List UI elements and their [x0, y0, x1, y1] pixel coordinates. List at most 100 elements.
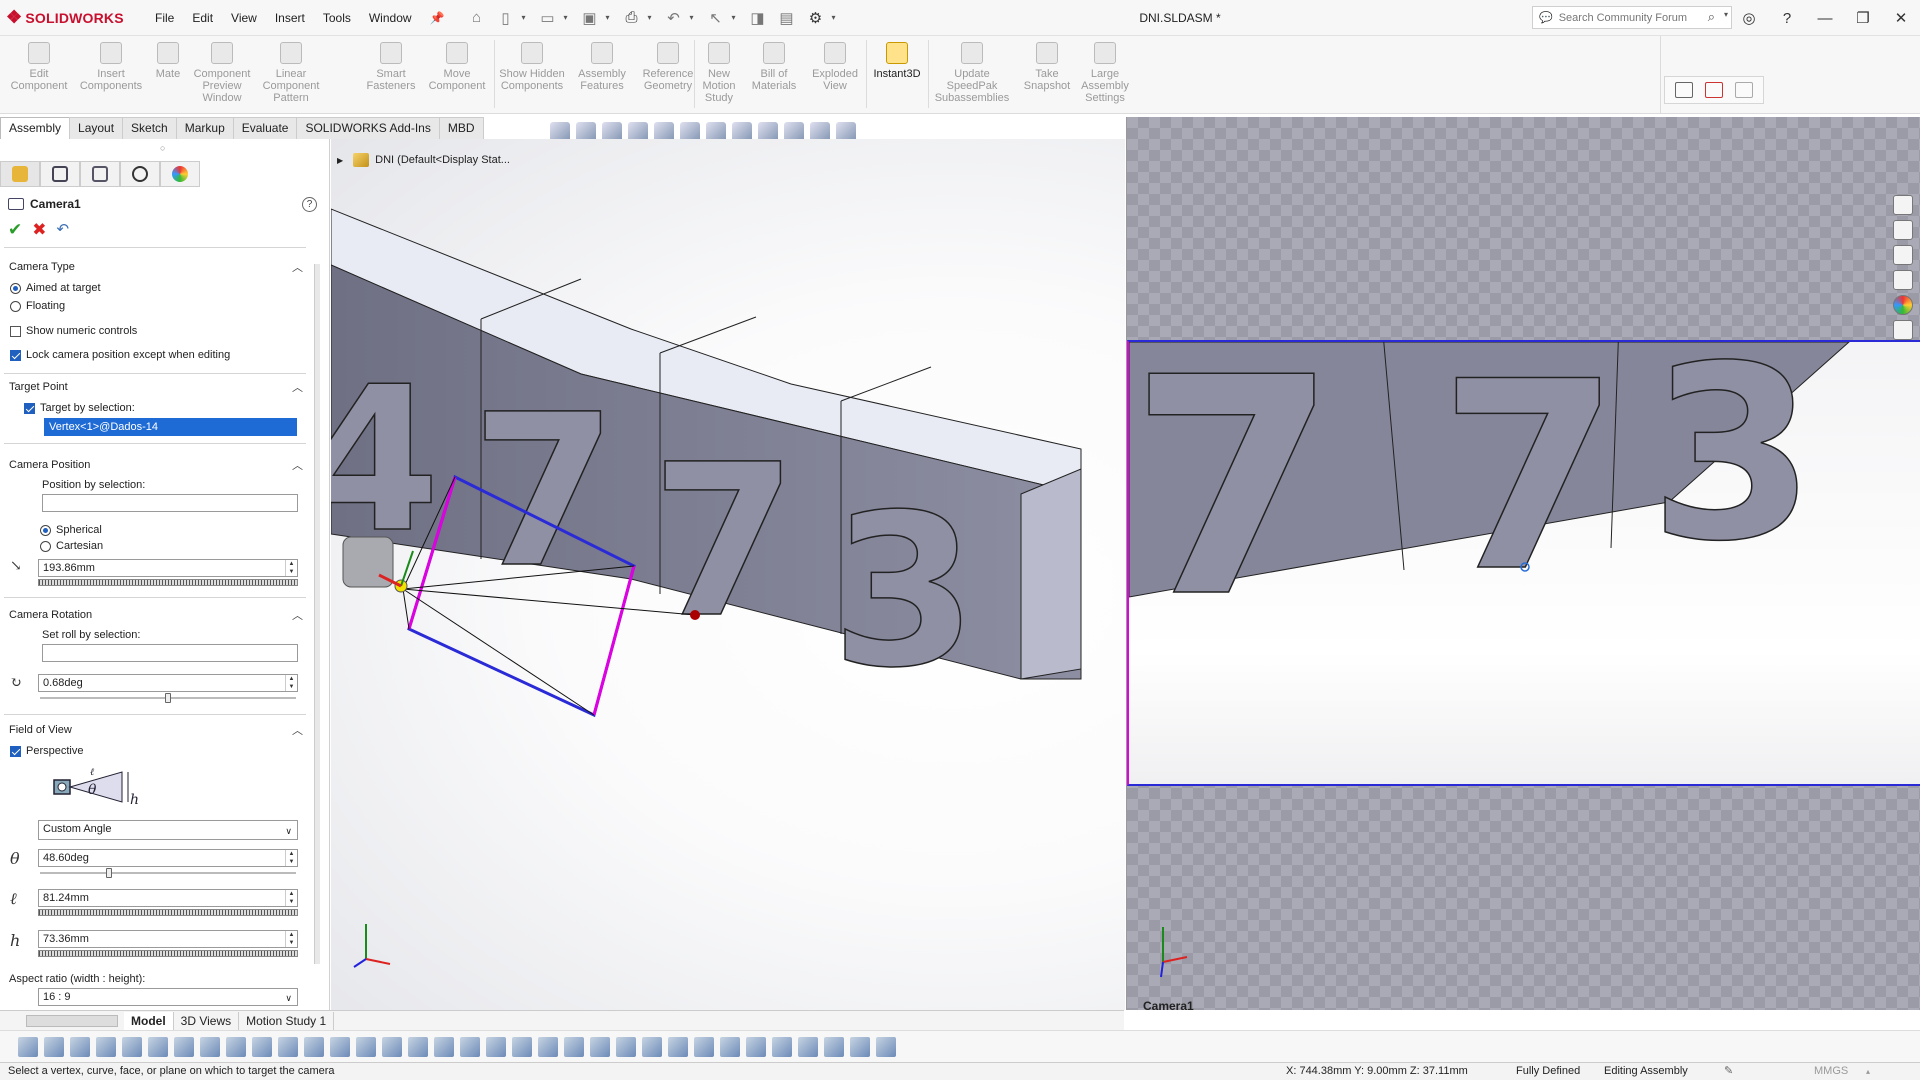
select-dropdown-icon[interactable]: ▾ — [732, 13, 742, 22]
insert-components-button[interactable]: Insert Components — [74, 40, 148, 110]
custom-properties-icon[interactable] — [1893, 320, 1913, 340]
radio-button[interactable] — [10, 282, 21, 294]
radio-spherical[interactable]: Spherical — [40, 524, 102, 536]
undo-button[interactable]: ↶ — [57, 221, 70, 239]
checkbox-show-numeric-controls[interactable]: Show numeric controls — [10, 325, 137, 337]
chevron-up-icon[interactable]: ︿ — [292, 457, 303, 473]
new-document-icon[interactable]: ▯ — [493, 6, 519, 30]
move-component-button[interactable]: Move Component — [424, 40, 490, 110]
selection-filter-icon[interactable] — [486, 1036, 506, 1057]
checkbox-perspective[interactable]: Perspective — [10, 745, 83, 757]
roll-field[interactable]: 0.68deg ▲ ▼ — [38, 674, 298, 692]
chevron-up-icon[interactable]: ︿ — [292, 722, 303, 738]
selection-filter-icon[interactable] — [148, 1036, 168, 1057]
account-icon[interactable]: ◎ — [1730, 9, 1768, 27]
close-button[interactable]: ✕ — [1882, 9, 1920, 27]
view-palette-icon[interactable] — [1893, 270, 1913, 290]
target-selection-field[interactable]: Vertex<1>@Dados-14 — [44, 418, 297, 436]
bill-of-materials-button[interactable]: Bill of Materials — [746, 40, 802, 110]
display-manager-tab[interactable] — [160, 161, 200, 187]
position-selection-field[interactable] — [42, 494, 298, 512]
take-snapshot-button[interactable]: Take Snapshot — [1016, 40, 1078, 110]
spinner-arrows-icon[interactable]: ▲ ▼ — [285, 560, 297, 576]
selection-filter-icon[interactable] — [590, 1036, 610, 1057]
selection-filter-icon[interactable] — [642, 1036, 662, 1057]
property-manager-tab[interactable] — [40, 161, 80, 187]
roll-selection-field[interactable] — [42, 644, 298, 662]
selection-filter-icon[interactable] — [304, 1036, 324, 1057]
save-icon[interactable]: ▣ — [577, 6, 603, 30]
smart-fasteners-button[interactable]: Smart Fasteners — [360, 40, 422, 110]
print-dropdown-icon[interactable]: ▾ — [648, 13, 658, 22]
selection-filter-icon[interactable] — [616, 1036, 636, 1057]
selection-filter-icon[interactable] — [200, 1036, 220, 1057]
selection-filter-icon[interactable] — [122, 1036, 142, 1057]
menu-view[interactable]: View — [222, 0, 266, 36]
selection-filter-icon[interactable] — [382, 1036, 402, 1057]
selection-filter-icon[interactable] — [694, 1036, 714, 1057]
configuration-manager-tab[interactable] — [80, 161, 120, 187]
fov-height-field[interactable]: 73.36mm ▲ ▼ — [38, 930, 298, 948]
radio-button[interactable] — [40, 524, 51, 536]
selection-filter-icon[interactable] — [798, 1036, 818, 1057]
roll-slider[interactable] — [40, 693, 296, 703]
tab-solidworks-add-ins[interactable]: SOLIDWORKS Add-Ins — [296, 117, 440, 139]
minimize-button[interactable]: — — [1806, 10, 1844, 27]
dimxpert-manager-tab[interactable] — [120, 161, 160, 187]
selection-filter-icon[interactable] — [850, 1036, 870, 1057]
tab-mbd[interactable]: MBD — [438, 117, 484, 139]
large-assembly-settings-button[interactable]: Large Assembly Settings — [1074, 40, 1136, 110]
selection-filter-icon[interactable] — [538, 1036, 558, 1057]
angle-slider[interactable] — [40, 868, 296, 878]
fov-length-field[interactable]: 81.24mm ▲ ▼ — [38, 889, 298, 907]
tab-motion-study-1[interactable]: Motion Study 1 — [239, 1011, 335, 1030]
digit-7[interactable]: 7 — [1438, 326, 1620, 630]
new-dropdown-icon[interactable]: ▾ — [522, 13, 532, 22]
file-properties-icon[interactable]: ▤ — [774, 6, 800, 30]
radio-cartesian[interactable]: Cartesian — [40, 540, 103, 552]
exploded-view-button[interactable]: Exploded View — [804, 40, 866, 110]
selection-filter-icon[interactable] — [226, 1036, 246, 1057]
selection-filter-icon[interactable] — [252, 1036, 272, 1057]
digit-3[interactable]: 3 — [1648, 313, 1817, 595]
distance-field[interactable]: 193.86mm ▲ ▼ — [38, 559, 298, 577]
print-icon[interactable]: ⎙ — [619, 6, 645, 30]
resources-home-icon[interactable] — [1893, 195, 1913, 215]
graphics-area[interactable]: ▶ DNI (Default<Display Stat... 4 7 7 3 — [331, 139, 1125, 1010]
assembly-3d-view[interactable]: 4 7 7 3 — [331, 139, 1125, 1010]
camera-preview-viewport[interactable]: 7 7 3 Camera1 — [1126, 117, 1920, 1013]
height-thumbwheel[interactable] — [38, 950, 298, 957]
spinner-arrows-icon[interactable]: ▲ ▼ — [285, 850, 297, 866]
tab-markup[interactable]: Markup — [175, 117, 234, 139]
update-speedpak-subassemblies-button[interactable]: Update SpeedPak Subassemblies — [930, 40, 1014, 110]
slider-thumb[interactable] — [165, 693, 171, 703]
reference-geometry-button[interactable]: Reference Geometry — [634, 40, 702, 110]
checkbox-target-by-selection[interactable]: Target by selection: — [24, 402, 135, 414]
help-icon[interactable]: ? — [1768, 10, 1806, 27]
menu-window[interactable]: Window — [360, 0, 421, 36]
component-preview-window-button[interactable]: Component Preview Window — [188, 40, 256, 110]
camera-view-render[interactable]: 7 7 3 — [1128, 313, 1920, 788]
feature-manager-tab[interactable] — [0, 161, 40, 187]
radio-button[interactable] — [10, 300, 21, 312]
digit-7[interactable]: 7 — [1128, 313, 1338, 664]
pin-menu-icon[interactable]: 📌 — [421, 0, 454, 36]
edit-component-button[interactable]: Edit Component — [8, 40, 70, 110]
selection-filter-icon[interactable] — [824, 1036, 844, 1057]
linear-component-pattern-button[interactable]: Linear Component Pattern — [258, 40, 324, 110]
rebuild-icon[interactable]: ◨ — [745, 6, 771, 30]
design-library-icon[interactable] — [1893, 220, 1913, 240]
panel-scrollbar[interactable] — [314, 264, 320, 964]
selection-filter-icon[interactable] — [876, 1036, 896, 1057]
menu-edit[interactable]: Edit — [183, 0, 222, 36]
spinner-arrows-icon[interactable]: ▲ ▼ — [285, 675, 297, 691]
fov-angle-field[interactable]: 48.60deg ▲ ▼ — [38, 849, 298, 867]
fov-mode-select[interactable]: Custom Angle ∨ — [38, 820, 298, 840]
unit-dropdown-icon[interactable]: ▴ — [1866, 1063, 1870, 1080]
assembly-features-button[interactable]: Assembly Features — [570, 40, 634, 110]
tab-assembly[interactable]: Assembly — [0, 117, 71, 139]
slider-thumb[interactable] — [106, 868, 112, 878]
open-dropdown-icon[interactable]: ▾ — [564, 13, 574, 22]
selection-filter-icon[interactable] — [772, 1036, 792, 1057]
selection-filter-icon[interactable] — [96, 1036, 116, 1057]
